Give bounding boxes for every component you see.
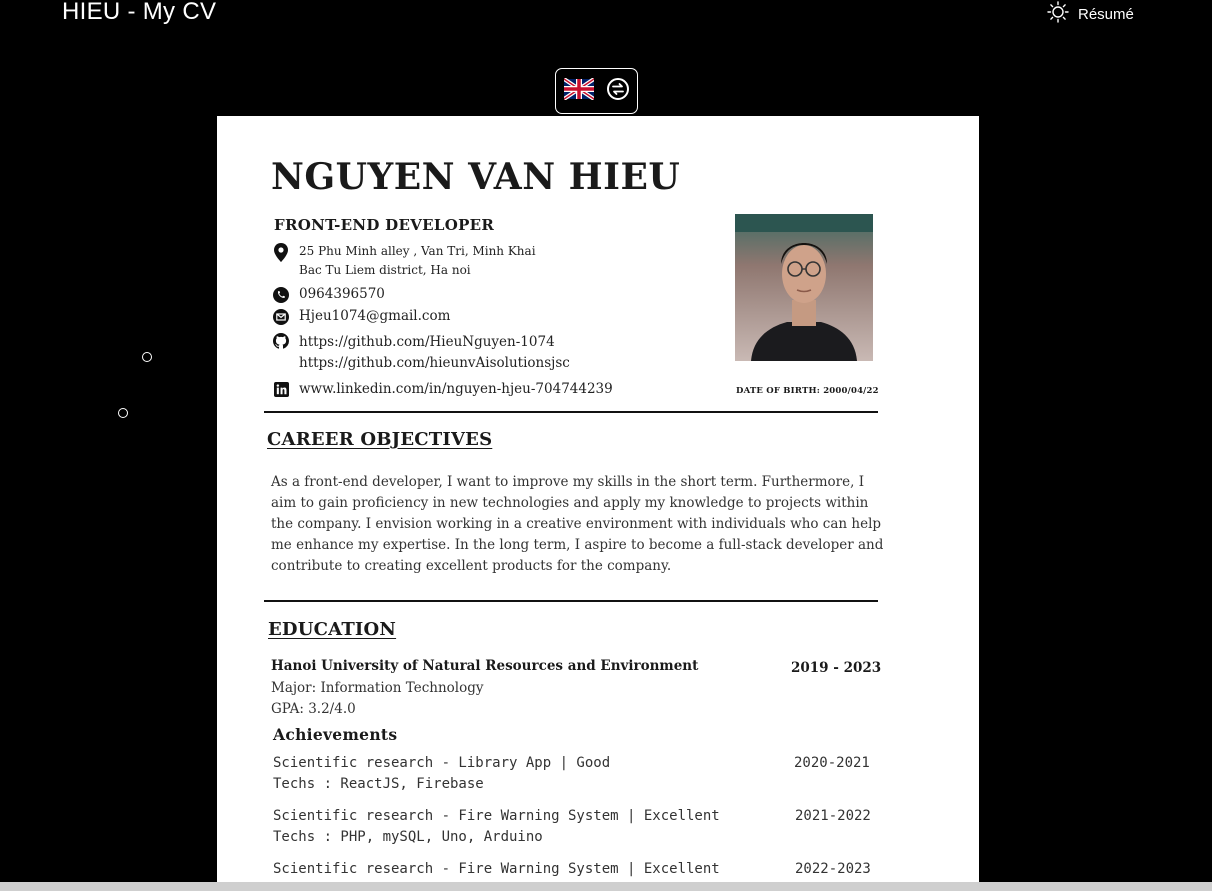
achievement-years: 2021-2022 — [795, 808, 871, 824]
profile-photo — [735, 214, 873, 361]
contact-linkedin: www.linkedin.com/in/nguyen-hjeu-70474423… — [272, 381, 613, 397]
taskbar-strip — [0, 882, 1212, 891]
email-icon — [272, 308, 290, 325]
language-switcher[interactable] — [555, 68, 638, 114]
contact-github: https://github.com/HieuNguyen-1074 https… — [272, 332, 570, 374]
uk-flag-icon[interactable] — [562, 77, 595, 104]
achievement-years: 2022-2023 — [795, 861, 871, 877]
cv-page: NGUYEN VAN HIEU FRONT-END DEVELOPER 25 P… — [217, 116, 979, 891]
swap-language-icon[interactable] — [606, 77, 630, 105]
sun-icon — [1047, 1, 1069, 27]
contact-phone: 0964396570 — [272, 286, 385, 303]
achievement-techs: Techs : PHP, mySQL, Uno, Arduino — [273, 829, 543, 845]
theme-toggle-button[interactable]: Résumé — [1047, 1, 1134, 27]
decorative-dot — [142, 352, 152, 362]
achievement-item: Scientific research - Library App | Good… — [273, 753, 610, 795]
cv-name: NGUYEN VAN HIEU — [271, 156, 681, 198]
contact-email: Hjeu1074@gmail.com — [272, 308, 450, 325]
divider — [264, 600, 878, 602]
linkedin-link[interactable]: www.linkedin.com/in/nguyen-hjeu-70474423… — [299, 381, 613, 397]
education-major: Major: Information Technology — [271, 680, 484, 696]
address-line-1: 25 Phu Minh alley , Van Tri, Minh Khai — [299, 244, 536, 258]
career-objectives-heading: CAREER OBJECTIVES — [267, 429, 493, 450]
education-gpa: GPA: 3.2/4.0 — [271, 701, 356, 717]
achievement-techs: Techs : ReactJS, Firebase — [273, 776, 484, 792]
github-icon — [272, 332, 290, 349]
date-of-birth: DATE OF BIRTH: 2000/04/22 — [736, 386, 879, 396]
cv-role: FRONT-END DEVELOPER — [274, 216, 495, 234]
email-address[interactable]: Hjeu1074@gmail.com — [299, 308, 450, 324]
achievements-heading: Achievements — [273, 725, 398, 744]
decorative-dot — [118, 408, 128, 418]
achievement-title: Scientific research - Library App | Good — [273, 755, 611, 771]
github-link-2[interactable]: https://github.com/hieunvAisolutionsjsc — [299, 353, 570, 374]
achievement-item: Scientific research - Fire Warning Syste… — [273, 859, 720, 880]
achievement-years: 2020-2021 — [794, 755, 870, 771]
achievement-title: Scientific research - Fire Warning Syste… — [273, 861, 720, 877]
theme-toggle-label: Résumé — [1078, 5, 1134, 23]
achievement-title: Scientific research - Fire Warning Syste… — [273, 808, 720, 824]
education-school: Hanoi University of Natural Resources an… — [271, 658, 699, 674]
divider — [264, 411, 878, 413]
phone-number: 0964396570 — [299, 286, 385, 302]
location-pin-icon — [272, 242, 290, 262]
phone-icon — [272, 286, 290, 303]
career-objectives-text: As a front-end developer, I want to impr… — [271, 474, 884, 574]
app-title[interactable]: HIEU - My CV — [62, 0, 216, 26]
github-link-1[interactable]: https://github.com/HieuNguyen-1074 — [299, 332, 570, 353]
contact-address: 25 Phu Minh alley , Van Tri, Minh Khai B… — [272, 242, 536, 280]
achievement-item: Scientific research - Fire Warning Syste… — [273, 806, 720, 848]
education-heading: EDUCATION — [268, 619, 397, 640]
address-line-2: Bac Tu Liem district, Ha noi — [299, 263, 471, 277]
linkedin-icon — [272, 381, 290, 397]
education-years: 2019 - 2023 — [791, 660, 882, 676]
